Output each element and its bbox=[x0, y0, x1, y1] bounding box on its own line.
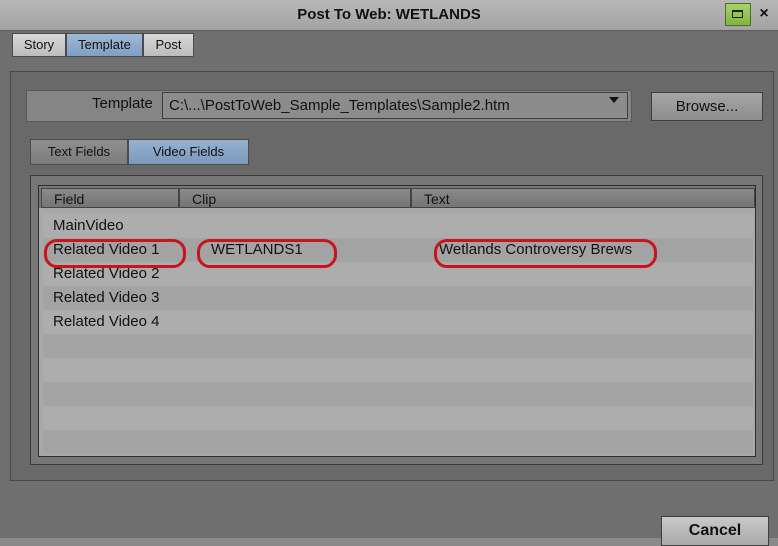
column-header-field[interactable]: Field bbox=[41, 188, 179, 208]
video-fields-table[interactable]: Field Clip Text MainVideo Related Video 1… bbox=[38, 185, 756, 457]
tab-text-fields[interactable]: Text Fields bbox=[30, 139, 128, 165]
maximize-icon bbox=[732, 10, 743, 18]
table-row[interactable] bbox=[43, 430, 753, 454]
dropdown-arrow-icon[interactable] bbox=[609, 97, 619, 103]
tab-video-fields[interactable]: Video Fields bbox=[128, 139, 249, 165]
field-cell: Related Video 3 bbox=[53, 289, 160, 306]
title-bar: Post To Web: WETLANDS × bbox=[0, 0, 778, 31]
column-header-text[interactable]: Text bbox=[411, 188, 755, 208]
table-header: Field Clip Text bbox=[39, 186, 755, 208]
highlight-ellipse-text bbox=[434, 239, 657, 268]
table-row[interactable] bbox=[43, 382, 753, 406]
tab-story[interactable]: Story bbox=[12, 33, 66, 57]
highlight-ellipse-field bbox=[44, 239, 186, 268]
tab-post[interactable]: Post bbox=[143, 33, 194, 57]
table-row[interactable]: MainVideo bbox=[43, 214, 753, 238]
close-button[interactable]: × bbox=[752, 3, 776, 26]
field-cell: Related Video 4 bbox=[53, 313, 160, 330]
table-row[interactable] bbox=[43, 358, 753, 382]
field-cell: MainVideo bbox=[53, 217, 124, 234]
browse-button[interactable]: Browse... bbox=[651, 92, 763, 121]
template-label: Template bbox=[92, 95, 153, 112]
tab-template[interactable]: Template bbox=[66, 33, 143, 57]
post-to-web-window: Post To Web: WETLANDS × Story Template P… bbox=[0, 0, 778, 546]
maximize-button[interactable] bbox=[725, 3, 751, 26]
template-path-select[interactable]: C:\...\PostToWeb_Sample_Templates\Sample… bbox=[162, 92, 628, 119]
column-header-clip[interactable]: Clip bbox=[179, 188, 411, 208]
table-row[interactable]: Related Video 3 bbox=[43, 286, 753, 310]
table-row[interactable]: Related Video 4 bbox=[43, 310, 753, 334]
cancel-button[interactable]: Cancel bbox=[661, 516, 769, 546]
table-row[interactable] bbox=[43, 334, 753, 358]
table-row[interactable] bbox=[43, 406, 753, 430]
highlight-ellipse-clip bbox=[197, 239, 337, 268]
window-title: Post To Web: WETLANDS bbox=[297, 6, 481, 23]
